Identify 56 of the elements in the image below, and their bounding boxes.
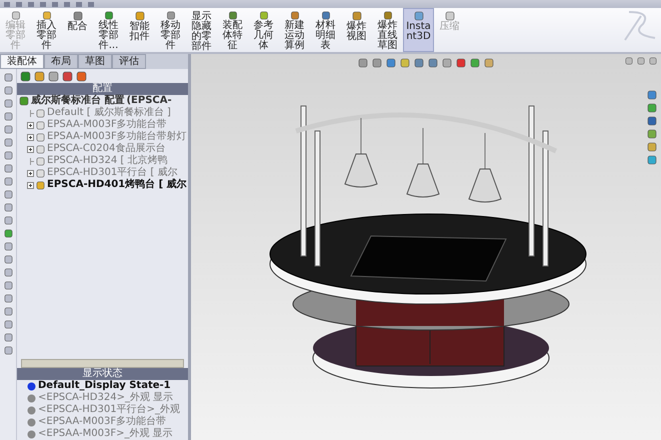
tree-item[interactable]: EPSAA-M003F多功能台带 xyxy=(17,119,188,131)
ribbon-button[interactable]: 移动零部件 xyxy=(155,8,186,52)
tab[interactable]: 装配体 xyxy=(0,54,44,69)
tool-icon[interactable] xyxy=(166,11,176,20)
config-note: (EPSCA- xyxy=(126,95,172,106)
ribbon-button[interactable]: 材料明细表 xyxy=(310,8,341,52)
display-state-item[interactable]: <EPSCA-HD324>_外观 显示 xyxy=(17,392,188,404)
display-state-item[interactable]: Default_Display State-1 xyxy=(17,380,188,392)
tool-icon[interactable] xyxy=(76,70,87,82)
ribbon-button[interactable]: 配合 xyxy=(62,8,93,52)
scrollbar[interactable] xyxy=(21,359,184,368)
tool-icon[interactable] xyxy=(352,11,362,21)
display-state-item[interactable]: <EPSAA-M003F>_外观 显示 xyxy=(17,428,188,440)
ribbon-button[interactable]: Instant3D xyxy=(403,8,434,52)
tool-icon[interactable] xyxy=(48,70,59,82)
tool-icon[interactable] xyxy=(134,11,144,21)
display-state-item[interactable]: <EPSAA-M003F多功能台带 xyxy=(17,416,188,428)
expand-icon[interactable] xyxy=(27,170,34,176)
tool-icon[interactable] xyxy=(72,11,82,21)
tool-icon[interactable] xyxy=(290,11,300,20)
ribbon-button[interactable]: 插入零部件 xyxy=(31,8,62,52)
tree-item[interactable]: EPSCA-C0204食品展示台 xyxy=(17,143,188,155)
tree-item[interactable]: Default [ 威尔斯餐标准台 ] xyxy=(17,107,188,119)
ribbon-button[interactable]: 爆炸直线草图 xyxy=(372,8,403,52)
tool-icon[interactable] xyxy=(20,70,31,82)
tree-item[interactable]: EPSCA-HD401烤鸭台 [ 威尔 xyxy=(17,179,188,191)
tool-icon[interactable] xyxy=(34,70,45,82)
ribbon-button[interactable]: 新建运动算例 xyxy=(279,8,310,52)
tree-item[interactable]: EPSCA-HD324 [ 北京烤鸭 xyxy=(17,155,188,167)
tool-icon[interactable] xyxy=(320,11,330,20)
tab[interactable]: 草图 xyxy=(78,54,112,69)
tab[interactable]: 评估 xyxy=(112,54,146,69)
panel-header: 显示状态 xyxy=(17,368,188,380)
tool-icon[interactable] xyxy=(382,11,392,20)
ribbon-button[interactable]: 线性零部件... xyxy=(93,8,124,52)
tool-icon[interactable] xyxy=(42,11,52,20)
tree-item[interactable]: EPSAA-M003F多功能台带射灯 xyxy=(17,131,188,143)
expand-icon[interactable] xyxy=(27,146,34,152)
tree-item[interactable]: EPSCA-HD301平行台 [ 威尔 xyxy=(17,167,188,179)
tree-item[interactable]: 威尔斯餐标准台 配置 (EPSCA- xyxy=(17,95,188,107)
tool-icon[interactable] xyxy=(104,11,114,20)
ribbon-button[interactable]: 智能扣件 xyxy=(124,8,155,52)
expand-icon[interactable] xyxy=(27,122,34,128)
tab[interactable]: 布局 xyxy=(44,54,78,69)
panel-header: 配置 xyxy=(17,83,188,95)
ribbon-button[interactable]: 装配体特征 xyxy=(217,8,248,52)
ribbon-button[interactable]: 爆炸视图 xyxy=(341,8,372,52)
expand-icon[interactable] xyxy=(27,182,34,188)
expand-icon[interactable] xyxy=(27,134,34,140)
ribbon-button[interactable]: 显示隐藏的零部件 xyxy=(186,8,217,52)
tool-icon[interactable] xyxy=(414,11,424,21)
display-state-item[interactable]: <EPSCA-HD301平行台>_外观 xyxy=(17,404,188,416)
tool-icon[interactable] xyxy=(258,11,268,20)
tool-icon[interactable] xyxy=(228,11,238,20)
tool-icon[interactable] xyxy=(62,70,73,82)
ribbon-button[interactable]: 参考几何体 xyxy=(248,8,279,52)
